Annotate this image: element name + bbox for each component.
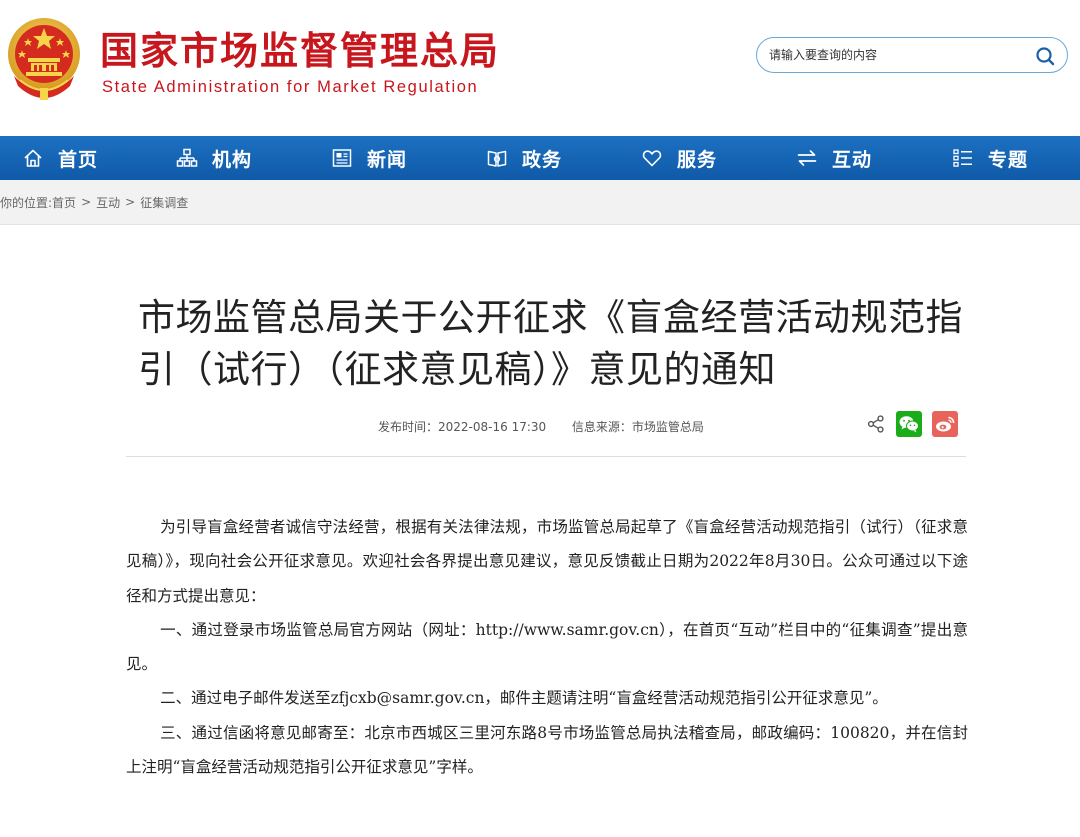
org-chart-icon xyxy=(176,148,198,167)
heart-icon xyxy=(642,150,662,167)
share-icon[interactable] xyxy=(866,414,886,434)
publish-time: 2022-08-16 17:30 xyxy=(438,420,547,434)
wechat-icon xyxy=(899,416,919,433)
share-toolbar xyxy=(866,410,958,438)
article-meta: 发布时间：2022-08-16 17:30 信息来源：市场监管总局 xyxy=(378,418,704,435)
swap-arrows-icon xyxy=(797,150,817,166)
book-icon xyxy=(487,150,507,167)
article-paragraph: 三、通过信函将意见邮寄至：北京市西城区三里河东路8号市场监管总局执法稽查局，邮政… xyxy=(126,723,968,777)
breadcrumb-prefix: 你的位置: xyxy=(0,195,53,210)
nav-label: 机构 xyxy=(212,148,253,171)
nav-item-services[interactable]: 服务 xyxy=(641,136,717,180)
nav-item-interaction[interactable]: 互动 xyxy=(796,136,872,180)
nav-item-government-affairs[interactable]: 政务 xyxy=(486,136,562,180)
article-paragraph: 为引导盲盒经营者诚信守法经营，根据有关法律法规，市场监管总局起草了《盲盒经营活动… xyxy=(126,518,968,605)
article-paragraph: 一、通过登录市场监管总局官方网站（网址：http://www.samr.gov.… xyxy=(126,620,968,674)
article-title: 市场监管总局关于公开征求《盲盒经营活动规范指引（试行）（征求意见稿）》意见的通知 xyxy=(138,296,963,391)
nav-label: 互动 xyxy=(832,148,873,171)
site-subtitle: State Administration for Market Regulati… xyxy=(102,78,479,96)
breadcrumb-home-link[interactable]: 首页 xyxy=(52,194,76,211)
breadcrumb-separator: > xyxy=(125,195,136,209)
publish-time-label: 发布时间： xyxy=(378,420,439,434)
list-icon xyxy=(953,149,972,167)
national-emblem-icon[interactable] xyxy=(6,14,82,104)
wechat-share-button[interactable] xyxy=(896,411,922,437)
search-icon[interactable] xyxy=(1035,46,1055,66)
weibo-icon xyxy=(936,416,955,432)
breadcrumb-interaction-link[interactable]: 互动 xyxy=(96,194,120,211)
nav-label: 专题 xyxy=(988,148,1029,171)
breadcrumb-survey-link[interactable]: 征集调查 xyxy=(140,194,188,211)
nav-label: 服务 xyxy=(677,148,718,171)
site-header: 国家市场监督管理总局 State Administration for Mark… xyxy=(0,0,1080,136)
nav-item-news[interactable]: 新闻 xyxy=(331,136,407,180)
nav-item-special-topics[interactable]: 专题 xyxy=(952,136,1028,180)
main-navigation: 首页 机构 新闻 政务 服务 互动 专题 xyxy=(0,136,1080,180)
nav-label: 新闻 xyxy=(367,148,408,171)
weibo-share-button[interactable] xyxy=(932,411,958,437)
source-name: 市场监管总局 xyxy=(631,420,704,434)
article-paragraph: 二、通过电子邮件发送至zfjcxb@samr.gov.cn，邮件主题请注明“盲盒… xyxy=(160,689,888,708)
site-title[interactable]: 国家市场监督管理总局 xyxy=(100,28,500,74)
breadcrumb-separator: > xyxy=(81,195,92,209)
source-label: 信息来源： xyxy=(571,420,632,434)
article-body: 为引导盲盒经营者诚信守法经营，根据有关法律法规，市场监管总局起草了《盲盒经营活动… xyxy=(126,510,968,784)
nav-label: 政务 xyxy=(522,148,563,171)
newspaper-icon xyxy=(332,149,352,167)
breadcrumb: 你的位置: 首页 > 互动 > 征集调查 xyxy=(0,180,1080,225)
nav-item-organization[interactable]: 机构 xyxy=(176,136,252,180)
title-divider xyxy=(126,456,966,457)
nav-label: 首页 xyxy=(58,148,99,171)
nav-item-home[interactable]: 首页 xyxy=(22,136,98,180)
home-icon xyxy=(24,149,42,167)
search-box xyxy=(756,37,1068,73)
search-input[interactable] xyxy=(769,46,1029,64)
